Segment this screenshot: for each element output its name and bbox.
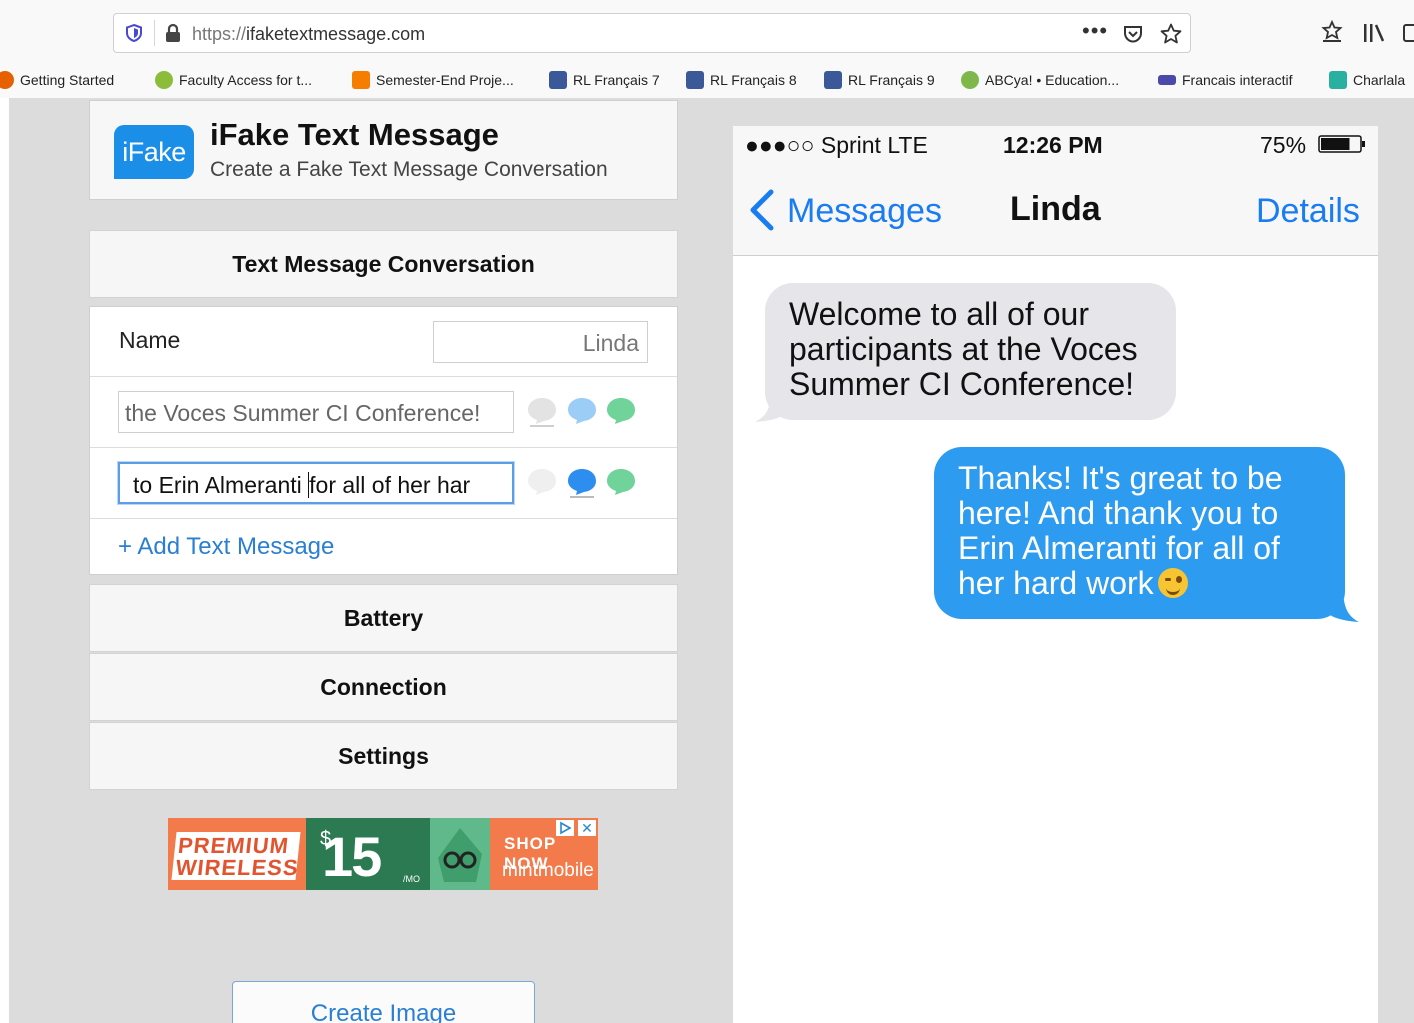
bookmark-label: Semester-End Proje... (376, 72, 514, 88)
bookmarks-toolbar: Getting Started Faculty Access for t... … (0, 62, 1414, 98)
bookmark-label: ABCya! • Education... (985, 72, 1120, 88)
ad-price: 15 (322, 825, 382, 888)
message-row: the Voces Summer CI Conference! (90, 377, 677, 448)
add-message-row: + Add Text Message (90, 519, 677, 575)
site-header: iFake iFake Text Message Create a Fake T… (89, 100, 678, 200)
sent-message-bubble: Thanks! It's great to be here! And thank… (934, 447, 1345, 619)
add-text-message-link[interactable]: + Add Text Message (118, 533, 334, 561)
name-input[interactable]: Linda (433, 321, 648, 363)
ad-price-block: $ 15 /MO (306, 818, 430, 890)
pocket-icon[interactable] (1122, 23, 1144, 45)
connection-section-header[interactable]: Connection (89, 653, 678, 721)
bookmark-star-icon[interactable] (1159, 22, 1183, 46)
ad-premium-wireless: PREMIUM WIRELESS (168, 818, 306, 890)
url-text[interactable]: https://ifaketextmessage.com (192, 24, 425, 45)
fox-mascot-icon (438, 828, 482, 882)
conversation-editor: Name Linda the Voces Summer CI Conferenc… (89, 306, 678, 575)
battery-percent: 75% (1260, 132, 1307, 158)
page-actions-menu[interactable]: ••• (1082, 18, 1108, 44)
ad-line-2: WIRELESS (174, 855, 301, 880)
status-time: 12:26 PM (1003, 132, 1103, 158)
message-row-active: to Erin Almeranti for all of her har (90, 448, 677, 519)
ios-status-bar: ●●●○○ Sprint LTE 12:26 PM 75% (733, 126, 1378, 166)
classroom-icon (824, 71, 842, 89)
ad-headline: PREMIUM WIRELESS (171, 832, 301, 880)
charlala-icon (1329, 71, 1347, 89)
advertisement-banner[interactable]: PREMIUM WIRELESS $ 15 /MO ✕ SHOP NOW mint… (168, 818, 598, 890)
logo-tail (114, 165, 124, 179)
sidebar-icon[interactable] (1402, 22, 1414, 44)
site-title: iFake Text Message (210, 117, 499, 152)
back-messages-button[interactable]: Messages (787, 192, 942, 231)
details-button[interactable]: Details (1256, 192, 1360, 231)
grey-bubble-option-icon[interactable] (526, 466, 558, 498)
site-subtitle: Create a Fake Text Message Conversation (210, 158, 608, 181)
ad-brand: mintmobile (502, 860, 594, 881)
bookmark-label: Charlala (1353, 72, 1406, 88)
urlbar-separator (154, 20, 155, 46)
classroom-icon (549, 71, 567, 89)
browser-toolbar: https://ifaketextmessage.com ••• (0, 0, 1414, 62)
bookmarks-menu-icon[interactable] (1320, 20, 1344, 44)
create-image-button[interactable]: Create Image (232, 981, 535, 1023)
winking-face-emoji (1157, 568, 1188, 598)
classroom-icon (686, 71, 704, 89)
green-bubble-option-icon[interactable] (605, 395, 637, 427)
bookmark-label: Francais interactif (1182, 72, 1293, 88)
bookmark-label: RL Français 7 (573, 72, 660, 88)
address-bar[interactable]: https://ifaketextmessage.com ••• (113, 13, 1191, 53)
blue-bubble-option-icon[interactable] (566, 395, 598, 427)
message-text-after-caret: for all of her har (309, 472, 471, 498)
bookmark-semester-end[interactable]: Semester-End Proje... (352, 70, 514, 90)
settings-section-header[interactable]: Settings (89, 722, 678, 790)
grey-bubble-option-icon[interactable] (526, 395, 558, 427)
bookmark-rl-francais-8[interactable]: RL Français 8 (686, 70, 797, 90)
library-icon[interactable] (1362, 22, 1388, 44)
bookmark-rl-francais-7[interactable]: RL Français 7 (549, 70, 660, 90)
received-message-bubble: Welcome to all of our participants at th… (765, 283, 1176, 420)
ifake-logo[interactable]: iFake (114, 125, 194, 179)
blue-bubble-option-selected-icon[interactable] (566, 466, 598, 498)
firefox-icon (0, 71, 14, 89)
apple-icon (155, 71, 173, 89)
bookmark-abcya[interactable]: ABCya! • Education... (961, 70, 1119, 90)
battery-section-header[interactable]: Battery (89, 584, 678, 652)
contact-name: Linda (1010, 190, 1101, 228)
chevron-left-icon[interactable] (747, 188, 777, 232)
bookmark-faculty-access[interactable]: Faculty Access for t... (155, 70, 312, 90)
bookmark-charlala[interactable]: Charlala (1329, 70, 1405, 90)
ad-shop-block: ✕ SHOP NOW mintmobile (490, 818, 598, 890)
phone-preview: ●●●○○ Sprint LTE 12:26 PM 75% Messages L… (733, 126, 1378, 1023)
ad-mascot-image (430, 818, 490, 890)
page-content: iFake iFake Text Message Create a Fake T… (9, 98, 1414, 1023)
bookmark-francais-interactif[interactable]: Francais interactif (1158, 70, 1292, 90)
bookmark-label: RL Français 8 (710, 72, 797, 88)
ad-per-month: /MO (403, 874, 420, 884)
url-host: ifaketextmessage.com (246, 24, 426, 44)
name-row: Name Linda (90, 307, 677, 377)
green-bubble-option-icon[interactable] (605, 466, 637, 498)
conversation-section-header[interactable]: Text Message Conversation (89, 230, 678, 298)
name-label: Name (119, 327, 181, 353)
abcya-icon (961, 71, 979, 89)
blogger-icon (352, 71, 370, 89)
message-input-focused[interactable]: to Erin Almeranti for all of her har (118, 462, 514, 504)
lock-icon[interactable] (164, 23, 182, 43)
message-input[interactable]: the Voces Summer CI Conference! (118, 391, 514, 433)
signal-carrier: ●●●○○ Sprint LTE (745, 132, 928, 158)
battery-icon (1318, 135, 1365, 153)
sent-message-text: Thanks! It's great to be here! And thank… (958, 460, 1283, 601)
grid-icon (1158, 75, 1176, 85)
bookmark-label: Getting Started (20, 72, 115, 88)
message-text-before-caret: to Erin Almeranti (133, 472, 309, 498)
bookmark-rl-francais-9[interactable]: RL Français 9 (824, 70, 935, 90)
bookmark-label: RL Français 9 (848, 72, 935, 88)
bookmark-getting-started[interactable]: Getting Started (0, 70, 114, 90)
ios-nav-bar: Messages Linda Details (733, 166, 1378, 256)
tracking-shield-icon[interactable] (124, 23, 144, 43)
url-scheme: https:// (192, 24, 247, 44)
bookmark-label: Faculty Access for t... (179, 72, 313, 88)
